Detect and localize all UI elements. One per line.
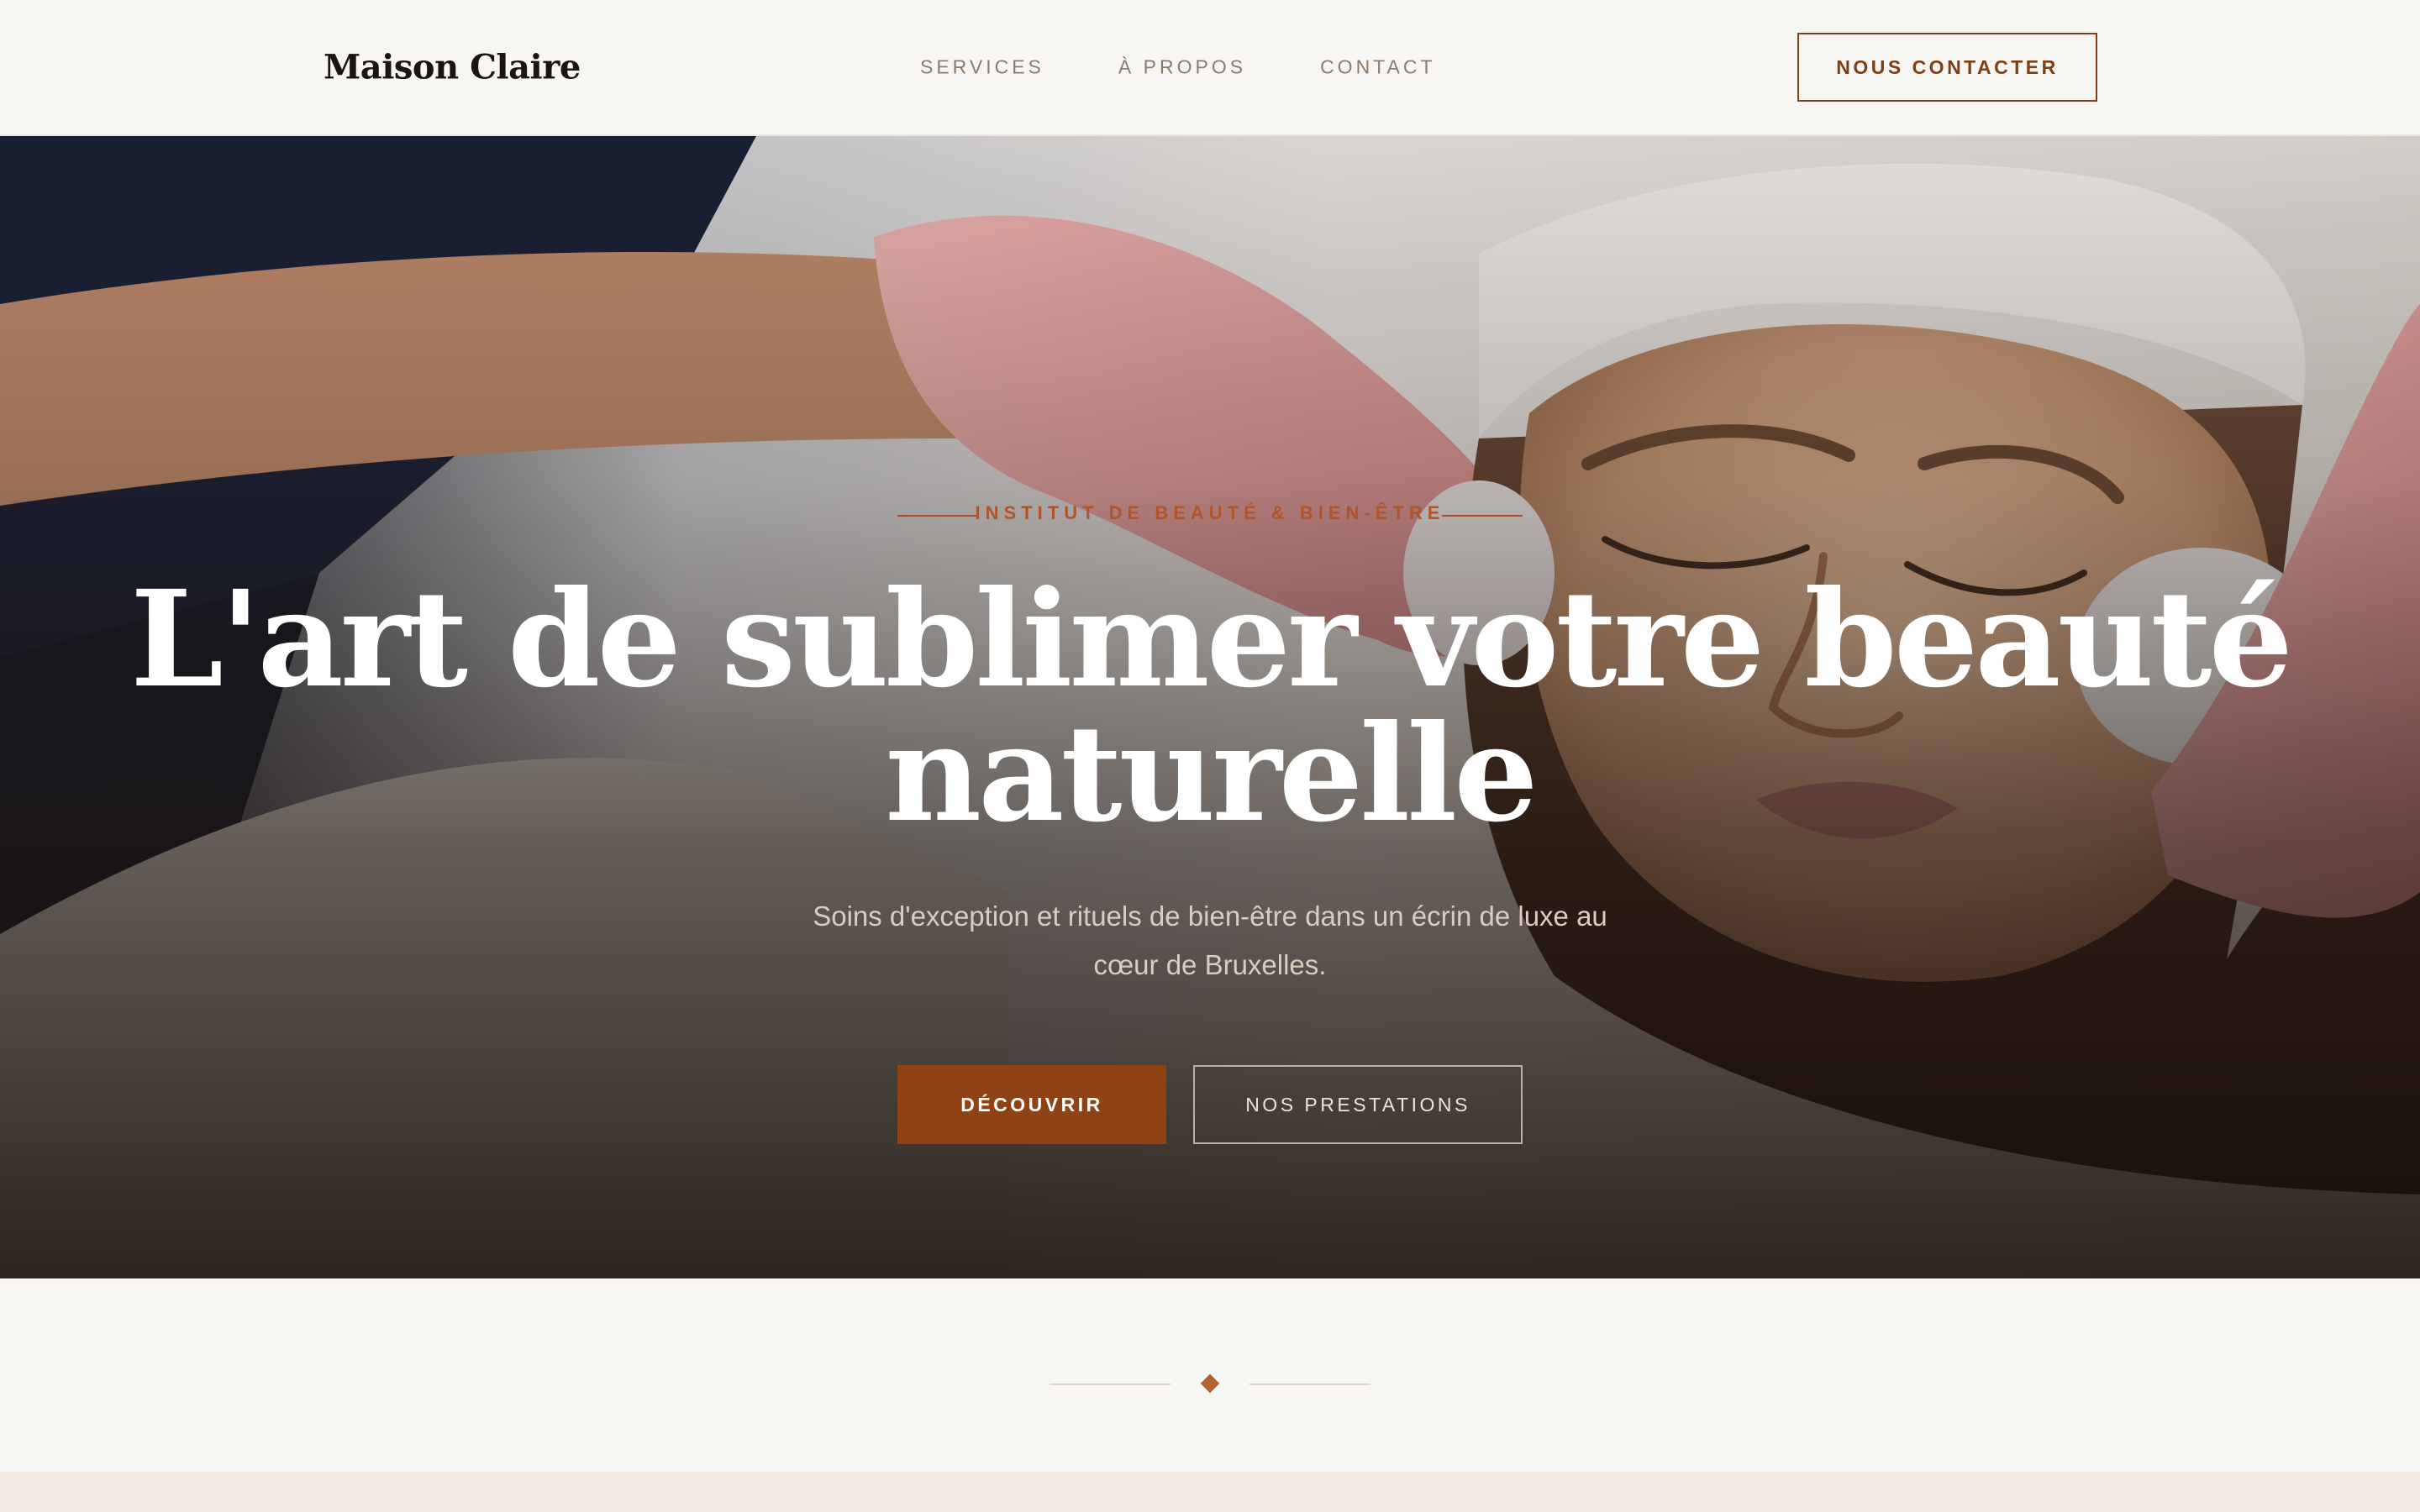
site-header: Maison Claire SERVICES À PROPOS CONTACT …: [0, 0, 2420, 136]
nav-link-contact[interactable]: CONTACT: [1320, 56, 1435, 79]
brand-logo[interactable]: Maison Claire: [324, 48, 581, 87]
hero-title-line-1: L'art de sublimer votre beauté: [129, 562, 2293, 717]
hero-subtitle: Soins d'exception et rituels de bien-êtr…: [813, 900, 1607, 980]
eyebrow-right-line: [1442, 515, 1523, 517]
nav-link-about[interactable]: À PROPOS: [1118, 56, 1246, 79]
section-divider: [0, 1278, 2420, 1472]
next-section-band: [0, 1472, 2420, 1512]
nav-link-services[interactable]: SERVICES: [920, 56, 1044, 79]
hero-eyebrow: INSTITUT DE BEAUTÉ & BIEN-ÊTRE: [975, 502, 1445, 523]
hero-title: L'art de sublimer votre beauté naturelle: [0, 573, 2420, 842]
main-nav: SERVICES À PROPOS CONTACT: [920, 56, 1436, 79]
diamond-ornament-icon: [1200, 1373, 1220, 1394]
our-services-button[interactable]: NOS PRESTATIONS: [1193, 1065, 1523, 1144]
divider-left-line: [1050, 1383, 1171, 1385]
divider-right-line: [1249, 1383, 1370, 1385]
hero-content: INSTITUT DE BEAUTÉ & BIEN-ÊTRE L'art de …: [0, 136, 2420, 1278]
contact-us-button[interactable]: NOUS CONTACTER: [1797, 33, 2097, 102]
hero-section: INSTITUT DE BEAUTÉ & BIEN-ÊTRE L'art de …: [0, 136, 2420, 1278]
hero-title-line-2: naturelle: [885, 696, 1538, 852]
discover-button[interactable]: DÉCOUVRIR: [897, 1065, 1166, 1144]
page: Maison Claire SERVICES À PROPOS CONTACT …: [0, 0, 2420, 1512]
